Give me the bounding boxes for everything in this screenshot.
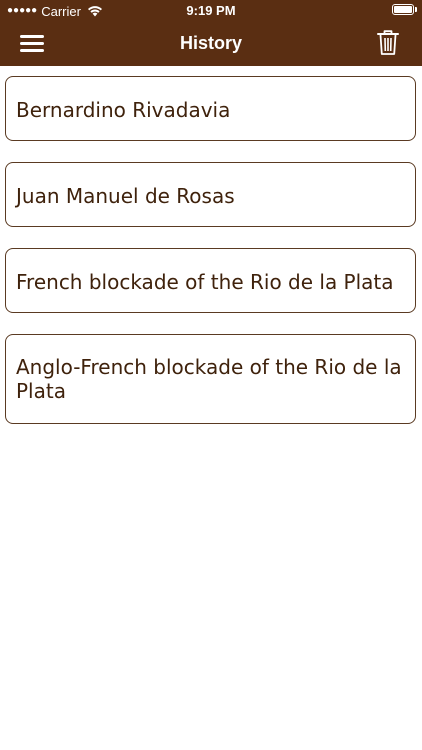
history-item-anglo-french-blockade[interactable]: Anglo-French blockade of the Rio de la P… [5, 334, 416, 424]
history-list: Bernardino Rivadavia Juan Manuel de Rosa… [5, 76, 416, 445]
battery-icon [392, 4, 417, 15]
nav-bar: History [0, 22, 422, 66]
history-item-juan-manuel-de-rosas[interactable]: Juan Manuel de Rosas [5, 162, 416, 227]
trash-icon[interactable] [376, 30, 400, 56]
history-item-bernardino-rivadavia[interactable]: Bernardino Rivadavia [5, 76, 416, 141]
status-bar: ●●●●● Carrier 9:19 PM [0, 0, 422, 22]
page-title: History [179, 33, 242, 53]
history-item-french-blockade[interactable]: French blockade of the Rio de la Plata [5, 248, 416, 313]
status-time: 9:19 PM [186, 3, 236, 18]
